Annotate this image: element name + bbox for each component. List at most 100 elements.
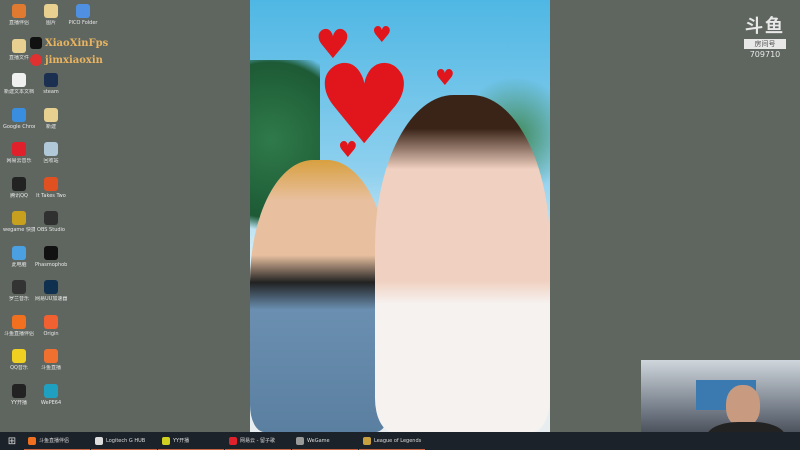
- desktop-icon[interactable]: PICO Folder: [67, 4, 99, 26]
- icon-label: 腾讯QQ: [10, 192, 28, 199]
- desktop-icon[interactable]: 网易云音乐: [3, 142, 35, 164]
- desktop-icon[interactable]: wegame 快捷方式: [3, 211, 35, 233]
- desktop-icon[interactable]: 图片: [35, 4, 67, 26]
- icon-label: 图片: [45, 20, 56, 26]
- icon-label: 网易云音乐: [6, 158, 32, 164]
- desktop-icon[interactable]: Phasmophobia: [35, 245, 67, 268]
- desktop-icon[interactable]: 腾讯QQ: [3, 176, 35, 199]
- app-icon: [12, 73, 26, 87]
- logo-mark: 斗鱼: [745, 16, 785, 36]
- icon-label: 此电脑: [11, 261, 27, 268]
- app-icon: [44, 73, 58, 87]
- desktop-icon[interactable]: It Takes Two: [35, 176, 67, 199]
- taskbar: ⊞ 斗鱼直播伴侣 Logitech G HUB YY开播 网易云 - 留子歌 WeGam…: [0, 432, 800, 450]
- app-icon: [12, 107, 26, 122]
- icon-label: WePE64: [40, 399, 62, 406]
- weibo-text: jimxiaoxin: [45, 54, 103, 66]
- taskbar-item[interactable]: League of Legends: [359, 432, 425, 450]
- weibo-icon: [30, 54, 42, 66]
- desktop-icon[interactable]: Origin: [35, 314, 67, 337]
- app-icon: [44, 245, 58, 260]
- douyin-handle: XiaoXinFps: [30, 37, 108, 49]
- desktop-icon[interactable]: 斗鱼直播伴侣: [3, 314, 35, 337]
- desktop-icon[interactable]: 回收站: [35, 142, 67, 164]
- app-icon: [12, 4, 26, 18]
- icon-label: QQ音乐: [10, 365, 28, 371]
- icon-label: 直播伴侣: [8, 20, 29, 26]
- app-icon: [44, 176, 58, 191]
- heart-icon: ♥: [372, 23, 392, 48]
- taskbar-item-label: 网易云 - 留子歌: [240, 438, 275, 444]
- weibo-handle: jimxiaoxin: [30, 54, 103, 66]
- app-icon: [12, 349, 26, 363]
- app-icon: [229, 436, 237, 445]
- desktop-icon[interactable]: OBS Studio: [35, 211, 67, 233]
- app-icon: [44, 211, 58, 225]
- app-icon: [12, 280, 26, 294]
- desktop-icon[interactable]: WePE64: [35, 383, 67, 406]
- app-icon: [296, 436, 304, 445]
- icon-label: Origin: [43, 330, 59, 337]
- icon-label: 网易UU加速器: [35, 296, 67, 302]
- app-icon: [12, 142, 26, 156]
- desktop-icon[interactable]: YY开播: [3, 383, 35, 406]
- taskbar-item-label: YY开播: [173, 438, 190, 444]
- desktop-icon[interactable]: 斗鱼直播: [35, 349, 67, 371]
- taskbar-item[interactable]: YY开播: [158, 432, 224, 450]
- heart-icon: ♥: [338, 138, 358, 163]
- taskbar-item[interactable]: 网易云 - 留子歌: [225, 432, 291, 450]
- app-icon: [44, 280, 58, 294]
- desktop-icon[interactable]: 此电脑: [3, 245, 35, 268]
- desktop-icon[interactable]: 网易UU加速器: [35, 280, 67, 302]
- app-icon: [12, 245, 26, 260]
- taskbar-item[interactable]: 斗鱼直播伴侣: [24, 432, 90, 450]
- app-icon: [44, 314, 58, 329]
- windows-start-icon[interactable]: ⊞: [0, 432, 24, 450]
- app-icon: [95, 436, 103, 445]
- app-icon: [162, 436, 170, 445]
- douyin-text: XiaoXinFps: [45, 37, 109, 49]
- icon-label: 新建: [45, 123, 56, 130]
- person-left: [250, 160, 390, 432]
- app-icon: [44, 142, 58, 156]
- icon-label: 回收站: [43, 158, 59, 164]
- desktop-icon[interactable]: Google Chrome: [3, 107, 35, 130]
- desktop-icon[interactable]: steam: [35, 73, 67, 95]
- icon-label: wegame 快捷方式: [3, 227, 35, 233]
- room-number: 709710: [749, 50, 781, 59]
- stream-photo: ♥ ♥ ♥ ♥ ♥ ♥: [250, 0, 550, 432]
- icon-label: PICO Folder: [68, 20, 98, 26]
- app-icon: [76, 4, 90, 18]
- app-icon: [12, 383, 26, 398]
- desktop-icon[interactable]: QQ音乐: [3, 349, 35, 371]
- app-icon: [12, 176, 26, 191]
- app-icon: [12, 314, 26, 329]
- taskbar-item-label: WeGame: [307, 437, 330, 444]
- icon-label: 斗鱼直播伴侣: [3, 330, 34, 337]
- icon-label: Phasmophobia: [35, 261, 67, 268]
- icon-label: It Takes Two: [36, 192, 66, 199]
- heart-icon: ♥: [435, 66, 455, 91]
- streamer-face: [726, 385, 760, 427]
- desktop-icon[interactable]: 直播伴侣: [3, 4, 35, 26]
- taskbar-items: 斗鱼直播伴侣 Logitech G HUB YY开播 网易云 - 留子歌 WeGame L…: [24, 432, 426, 450]
- icon-label: 罗兰音乐: [8, 296, 29, 302]
- desktop-icon[interactable]: 罗兰音乐: [3, 280, 35, 302]
- app-icon: [44, 4, 58, 18]
- app-icon: [363, 436, 371, 445]
- taskbar-item[interactable]: WeGame: [292, 432, 358, 450]
- taskbar-item-label: Logitech G HUB: [106, 437, 146, 444]
- desktop-icon[interactable]: 新建: [35, 107, 67, 130]
- icon-label: Google Chrome: [3, 123, 35, 130]
- taskbar-item[interactable]: Logitech G HUB: [91, 432, 157, 450]
- taskbar-item-label: League of Legends: [374, 437, 422, 444]
- app-icon: [28, 436, 36, 445]
- icon-label: 斗鱼直播: [40, 365, 61, 371]
- app-icon: [12, 38, 26, 53]
- desktop-icon[interactable]: 新建文本文档: [3, 73, 35, 95]
- tiktok-icon: [30, 37, 42, 49]
- icon-label: steam: [43, 89, 59, 95]
- room-label: 房间号: [744, 39, 786, 49]
- app-icon: [44, 349, 58, 363]
- app-icon: [12, 211, 26, 225]
